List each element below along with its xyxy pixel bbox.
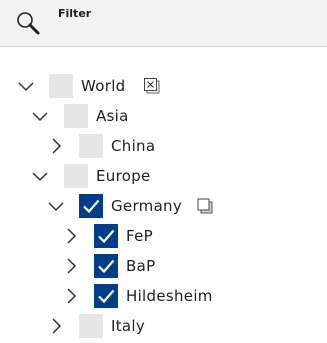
tree-node-hildesheim: Hildesheim [0,281,327,311]
tree-label-hildesheim[interactable]: Hildesheim [126,287,213,305]
tree-label-asia[interactable]: Asia [96,107,129,125]
tree-label-bap[interactable]: BaP [126,257,155,275]
tree-label-germany[interactable]: Germany [111,197,182,215]
tree-checkbox-europe[interactable] [64,164,88,188]
search-icon[interactable] [13,8,43,38]
tree-checkbox-china[interactable] [79,134,103,158]
tree-node-italy: Italy [0,311,327,341]
location-tree: World Asia China Europe Germany FeP BaP … [0,47,327,343]
tree-label-europe[interactable]: Europe [96,167,151,185]
copy-selection-icon[interactable] [196,197,214,215]
chevron-right-icon[interactable] [46,316,66,336]
tree-checkbox-italy[interactable] [79,314,103,338]
filter-bar: Filter [0,0,327,47]
tree-checkbox-germany[interactable] [79,194,103,218]
tree-checkbox-hildesheim[interactable] [94,284,118,308]
tree-label-italy[interactable]: Italy [111,317,145,335]
tree-checkbox-fep[interactable] [94,224,118,248]
tree-label-world[interactable]: World [81,77,126,95]
tree-label-fep[interactable]: FeP [126,227,153,245]
tree-node-china: China [0,131,327,161]
chevron-right-icon[interactable] [61,286,81,306]
chevron-right-icon[interactable] [61,256,81,276]
chevron-down-icon[interactable] [30,166,50,186]
filter-label: Filter [58,7,92,20]
tree-node-bap: BaP [0,251,327,281]
tree-node-germany: Germany [0,191,327,221]
clear-selection-icon[interactable] [143,77,161,95]
tree-checkbox-bap[interactable] [94,254,118,278]
tree-checkbox-asia[interactable] [64,104,88,128]
tree-node-asia: Asia [0,101,327,131]
chevron-down-icon[interactable] [46,196,66,216]
tree-node-world: World [0,71,327,101]
chevron-down-icon[interactable] [30,106,50,126]
chevron-right-icon[interactable] [46,136,66,156]
tree-checkbox-world[interactable] [49,74,73,98]
chevron-right-icon[interactable] [61,226,81,246]
chevron-down-icon[interactable] [16,76,36,96]
tree-label-china[interactable]: China [111,137,155,155]
tree-node-fep: FeP [0,221,327,251]
tree-node-europe: Europe [0,161,327,191]
